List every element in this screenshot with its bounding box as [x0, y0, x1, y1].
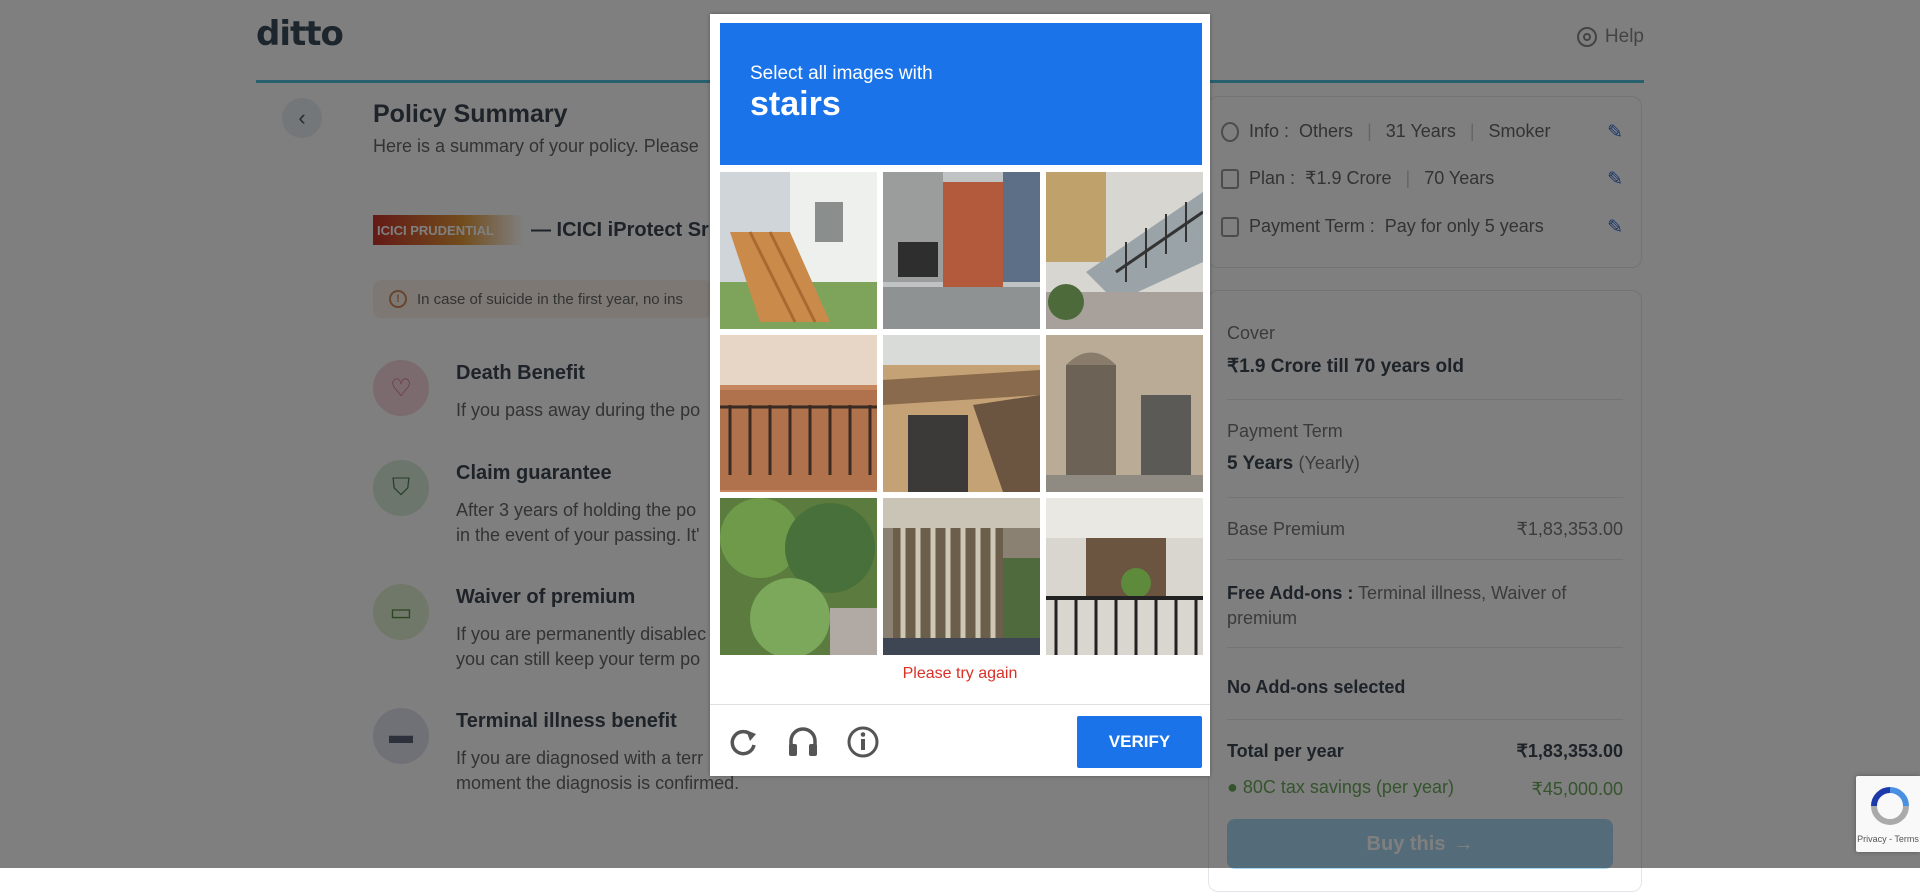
captcha-tile-6[interactable]	[1046, 335, 1203, 492]
reload-icon[interactable]	[726, 725, 760, 759]
headphones-icon[interactable]	[786, 725, 820, 759]
captcha-tile-4[interactable]	[720, 335, 877, 492]
recaptcha-badge[interactable]: Privacy - Terms	[1856, 776, 1920, 852]
captcha-header: Select all images with stairs	[720, 23, 1202, 165]
recaptcha-challenge: Select all images with stairs Please try…	[710, 14, 1210, 776]
captcha-tile-2[interactable]	[883, 172, 1040, 329]
stone-building-image	[1046, 335, 1203, 492]
house-stairs-image	[720, 172, 877, 329]
apartment-balcony-image	[1046, 498, 1203, 655]
brick-balcony-image	[720, 335, 877, 492]
verify-button[interactable]: VERIFY	[1077, 716, 1202, 768]
captcha-instruction: Select all images with	[750, 63, 933, 84]
captcha-footer: VERIFY	[710, 704, 1210, 777]
captcha-error-message: Please try again	[902, 665, 1018, 682]
captcha-keyword: stairs	[750, 85, 841, 123]
captcha-image-grid	[720, 172, 1204, 656]
captcha-tile-5[interactable]	[883, 335, 1040, 492]
captcha-tile-3[interactable]	[1046, 172, 1203, 329]
green-trees-image	[720, 498, 877, 655]
wooden-porch-stairs-image	[883, 498, 1040, 655]
captcha-tile-8[interactable]	[883, 498, 1040, 655]
captcha-tile-7[interactable]	[720, 498, 877, 655]
outdoor-stairs-image	[1046, 172, 1203, 329]
privacy-terms-link[interactable]: Privacy - Terms	[1856, 834, 1920, 844]
info-icon[interactable]	[846, 725, 880, 759]
captcha-tile-1[interactable]	[720, 172, 877, 329]
captcha-tile-9[interactable]	[1046, 498, 1203, 655]
recaptcha-logo-icon	[1871, 787, 1909, 825]
building-window-image	[883, 335, 1040, 492]
street-building-image	[883, 172, 1040, 329]
